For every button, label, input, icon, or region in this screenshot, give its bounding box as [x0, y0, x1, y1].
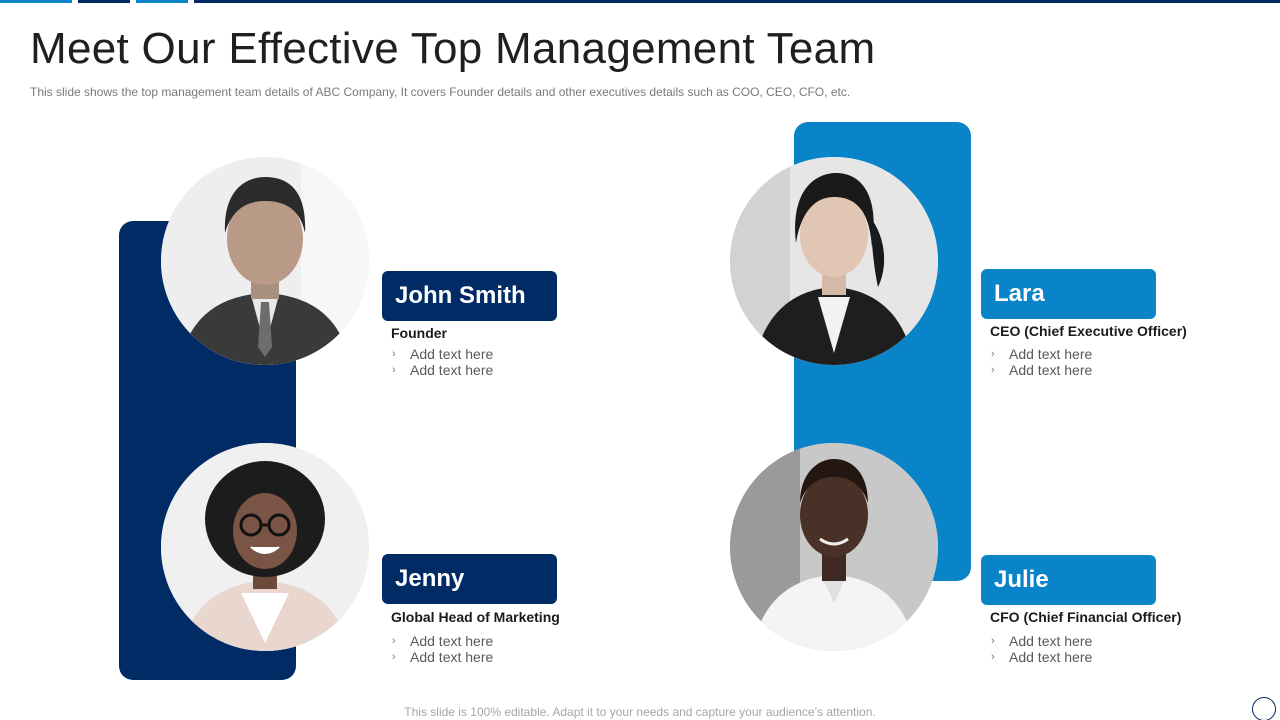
photo-julie [730, 443, 938, 651]
photo-lara [730, 157, 938, 365]
member-name: John Smith [395, 282, 526, 309]
photo-john-smith [161, 157, 369, 365]
woman-curly-hair-glasses-portrait-icon [161, 443, 369, 651]
woman-blazer-portrait-icon [730, 157, 938, 365]
man-suit-portrait-icon [161, 157, 369, 365]
chevron-right-icon: › [991, 635, 995, 647]
slide-title: Meet Our Effective Top Management Team [30, 24, 876, 73]
member-role: Founder [391, 325, 447, 341]
woman-white-shirt-portrait-icon [730, 443, 938, 651]
member-bullet-list: › Add text here › Add text here [990, 346, 1092, 378]
top-accent-segment-4 [194, 0, 1280, 3]
member-bullet-list: › Add text here › Add text here [391, 346, 493, 378]
list-item: › Add text here [392, 633, 494, 649]
chevron-right-icon: › [991, 651, 995, 663]
slide-footer: This slide is 100% editable. Adapt it to… [404, 705, 876, 719]
corner-circle-icon [1252, 697, 1276, 720]
photo-jenny [161, 443, 369, 651]
member-role: CEO (Chief Executive Officer) [990, 323, 1187, 339]
name-card-julie: Julie [981, 555, 1156, 605]
member-name: Lara [994, 280, 1045, 307]
chevron-right-icon: › [991, 348, 995, 360]
member-name: Julie [994, 566, 1049, 593]
list-item: › Add text here [392, 362, 494, 378]
member-role: CFO (Chief Financial Officer) [990, 609, 1182, 625]
name-card-lara: Lara [981, 269, 1156, 319]
top-accent-segment-1 [0, 0, 72, 3]
list-item: › Add text here [991, 362, 1093, 378]
member-bullet-list: › Add text here › Add text here [990, 633, 1092, 665]
top-accent-segment-3 [136, 0, 188, 3]
chevron-right-icon: › [392, 348, 396, 360]
list-item: › Add text here [991, 649, 1093, 665]
top-accent-bar [0, 0, 1280, 3]
name-card-john-smith: John Smith [382, 271, 557, 321]
name-card-jenny: Jenny [382, 554, 557, 604]
chevron-right-icon: › [392, 651, 396, 663]
chevron-right-icon: › [392, 635, 396, 647]
top-accent-segment-2 [78, 0, 130, 3]
chevron-right-icon: › [392, 364, 396, 376]
member-role: Global Head of Marketing [391, 609, 560, 625]
list-item: › Add text here [991, 346, 1093, 362]
slide-subtitle: This slide shows the top management team… [30, 85, 851, 99]
list-item: › Add text here [991, 633, 1093, 649]
list-item: › Add text here [392, 346, 494, 362]
member-name: Jenny [395, 565, 465, 592]
member-bullet-list: › Add text here › Add text here [391, 633, 493, 665]
list-item: › Add text here [392, 649, 494, 665]
chevron-right-icon: › [991, 364, 995, 376]
